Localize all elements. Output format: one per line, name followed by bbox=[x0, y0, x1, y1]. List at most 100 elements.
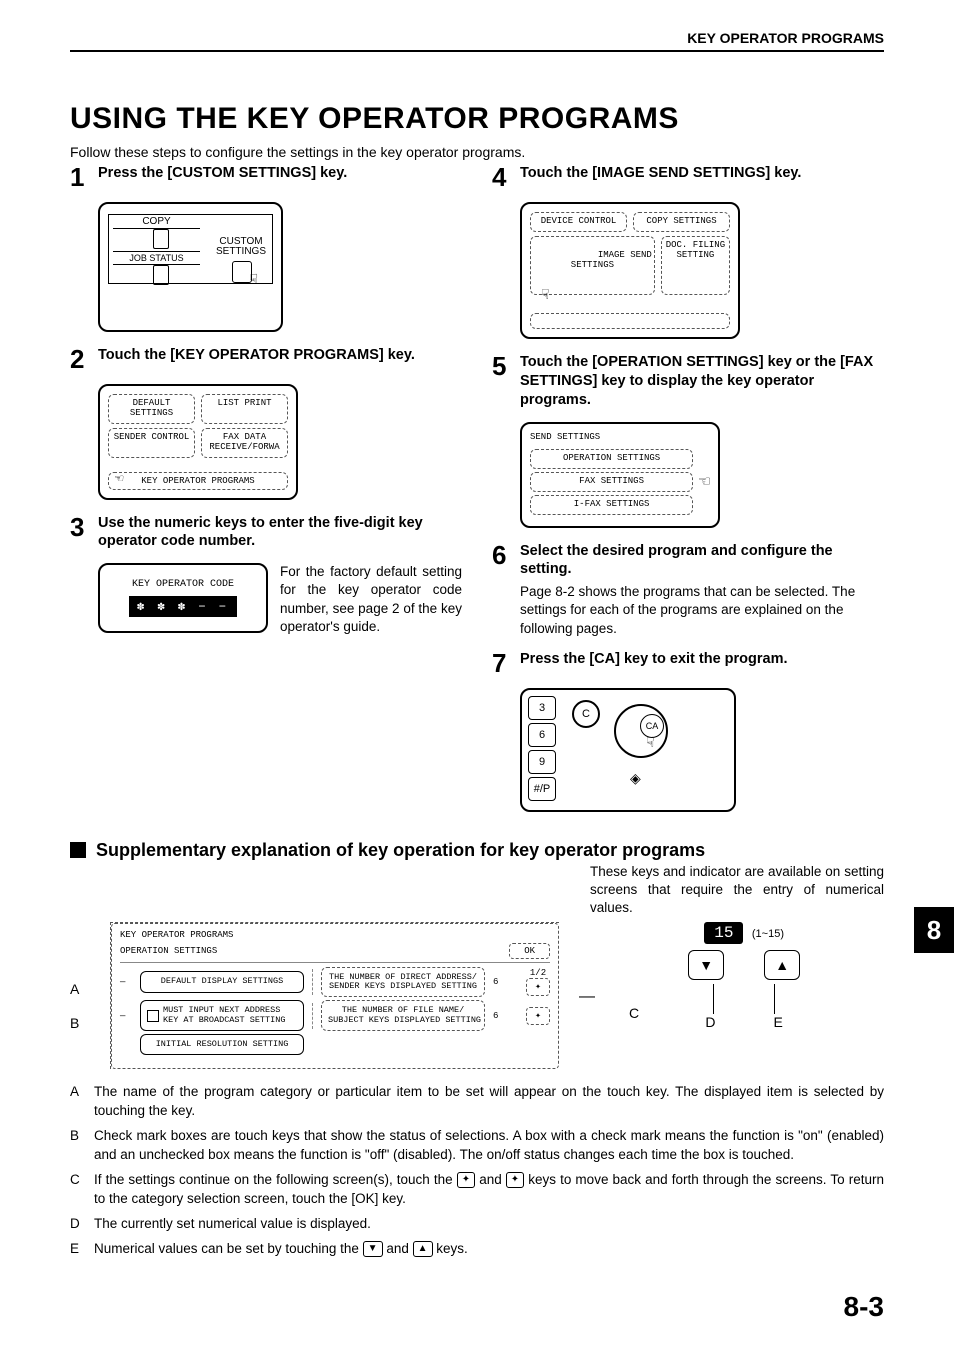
def-text-A: The name of the program category or part… bbox=[94, 1083, 884, 1121]
section-bullet-icon bbox=[70, 842, 86, 858]
page-down-key-icon: ✦ bbox=[506, 1172, 524, 1188]
figure-value-entry: 15 (1~15) ▼ ▲ D E bbox=[659, 922, 829, 1030]
def-text-B: Check mark boxes are touch keys that sho… bbox=[94, 1127, 884, 1165]
label-B: B bbox=[70, 1006, 90, 1040]
figure-image-send-menu: DEVICE CONTROL COPY SETTINGS IMAGE SEND … bbox=[520, 202, 740, 339]
sender-control-key: SENDER CONTROL bbox=[108, 428, 195, 458]
value-display: 15 bbox=[704, 922, 743, 944]
scroll-up-key: ✦ bbox=[526, 978, 550, 996]
value-6b: 6 bbox=[493, 1011, 498, 1021]
code-field: ✽ ✽ ✽ − − bbox=[129, 596, 237, 617]
step-title: Use the numeric keys to enter the five-d… bbox=[98, 514, 462, 552]
copy-settings-key: COPY SETTINGS bbox=[633, 212, 730, 232]
ok-key: OK bbox=[509, 943, 550, 959]
blank-key bbox=[530, 313, 730, 329]
hand-pointer-icon: ☟ bbox=[249, 271, 258, 288]
kop-label: KEY OPERATOR PROGRAMS bbox=[141, 476, 254, 486]
step-6: 6 Select the desired program and configu… bbox=[492, 542, 884, 638]
page-header: KEY OPERATOR PROGRAMS bbox=[70, 30, 884, 52]
initial-resolution-setting-key: INITIAL RESOLUTION SETTING bbox=[140, 1034, 304, 1055]
intro-text: Follow these steps to configure the sett… bbox=[70, 144, 884, 160]
c-key: C bbox=[572, 700, 600, 728]
def-text-D: The currently set numerical value is dis… bbox=[94, 1215, 371, 1234]
page-up-key-icon: ✦ bbox=[457, 1172, 475, 1188]
hand-pointer-icon: ☜ bbox=[115, 471, 123, 488]
step-6-description: Page 8-2 shows the programs that can be … bbox=[520, 583, 884, 638]
step-number: 3 bbox=[70, 514, 98, 552]
step-1: 1 Press the [CUSTOM SETTINGS] key. bbox=[70, 164, 462, 190]
must-input-next-address-key: MUST INPUT NEXT ADDRESS KEY AT BROADCAST… bbox=[140, 1000, 304, 1031]
operation-settings-key: OPERATION SETTINGS bbox=[530, 449, 693, 469]
figure-send-settings-menu: SEND SETTINGS OPERATION SETTINGS FAX SET… bbox=[520, 422, 720, 528]
job-status-label: JOB STATUS bbox=[113, 251, 200, 265]
step-4: 4 Touch the [IMAGE SEND SETTINGS] key. bbox=[492, 164, 884, 190]
copy-label: COPY bbox=[113, 215, 200, 229]
step-number: 2 bbox=[70, 346, 98, 372]
def-text-E: Numerical values can be set by touching … bbox=[94, 1240, 468, 1259]
label-E: E bbox=[774, 1014, 783, 1030]
fax-data-key: FAX DATA RECEIVE/FORWA bbox=[201, 428, 288, 458]
def-label-B: B bbox=[70, 1127, 94, 1165]
default-settings-key: DEFAULT SETTINGS bbox=[108, 394, 195, 424]
def-E-mid: and bbox=[386, 1241, 412, 1256]
page-number: 8-3 bbox=[844, 1291, 884, 1323]
default-display-settings-key: DEFAULT DISPLAY SETTINGS bbox=[140, 971, 304, 992]
hand-pointer-icon: ☟ bbox=[541, 289, 549, 304]
def-label-C: C bbox=[70, 1171, 94, 1209]
figure-code-entry: KEY OPERATOR CODE ✽ ✽ ✽ − − bbox=[98, 563, 268, 633]
figure-custom-settings-panel: COPY JOB STATUS CUSTOM SETTINGS ☟ bbox=[98, 202, 283, 332]
step-number: 4 bbox=[492, 164, 520, 190]
figure-key-operator-menu: DEFAULT SETTINGS LIST PRINT SENDER CONTR… bbox=[98, 384, 298, 500]
panel-title-2: OPERATION SETTINGS bbox=[120, 946, 217, 956]
step-number: 7 bbox=[492, 650, 520, 676]
up-key-icon: ▲ bbox=[413, 1241, 433, 1257]
custom-settings-label: CUSTOM SETTINGS bbox=[216, 237, 266, 257]
value-6a: 6 bbox=[493, 977, 498, 987]
def-C-mid: and bbox=[479, 1172, 506, 1187]
step-number: 5 bbox=[492, 353, 520, 410]
hand-pointer-icon: ☜ bbox=[699, 471, 710, 493]
ifax-settings-key: I-FAX SETTINGS bbox=[530, 495, 693, 515]
fax-settings-key: FAX SETTINGS bbox=[530, 472, 693, 492]
step-title: Press the [CA] key to exit the program. bbox=[520, 650, 884, 669]
key-operator-programs-key: KEY OPERATOR PROGRAMS ☜ bbox=[108, 472, 288, 490]
page-indicator: 1/2 bbox=[526, 968, 550, 978]
send-settings-header: SEND SETTINGS bbox=[530, 432, 710, 442]
def-text-C: If the settings continue on the followin… bbox=[94, 1171, 884, 1209]
value-range: (1~15) bbox=[752, 928, 784, 940]
step-7: 7 Press the [CA] key to exit the program… bbox=[492, 650, 884, 676]
step-title: Touch the [OPERATION SETTINGS] key or th… bbox=[520, 353, 884, 410]
step-title: Touch the [IMAGE SEND SETTINGS] key. bbox=[520, 164, 884, 183]
key-9: 9 bbox=[528, 750, 556, 774]
image-send-settings-key: IMAGE SEND SETTINGS ☟ bbox=[530, 236, 655, 295]
key-3: 3 bbox=[528, 696, 556, 720]
chapter-tab: 8 bbox=[914, 907, 954, 953]
label-D: D bbox=[705, 1014, 715, 1030]
step-title: Touch the [KEY OPERATOR PROGRAMS] key. bbox=[98, 346, 462, 365]
def-label-E: E bbox=[70, 1240, 94, 1259]
ab-label-column: A B bbox=[70, 922, 90, 1040]
step-title: Press the [CUSTOM SETTINGS] key. bbox=[98, 164, 462, 183]
step-2: 2 Touch the [KEY OPERATOR PROGRAMS] key. bbox=[70, 346, 462, 372]
down-arrow-key: ▼ bbox=[688, 950, 724, 980]
label-A: A bbox=[70, 972, 90, 1006]
step-3: 3 Use the numeric keys to enter the five… bbox=[70, 514, 462, 552]
list-print-key: LIST PRINT bbox=[201, 394, 288, 424]
step-number: 1 bbox=[70, 164, 98, 190]
down-key-icon: ▼ bbox=[363, 1241, 383, 1257]
def-E-pre: Numerical values can be set by touching … bbox=[94, 1241, 363, 1256]
section-2-intro: These keys and indicator are available o… bbox=[590, 863, 884, 918]
device-control-key: DEVICE CONTROL bbox=[530, 212, 627, 232]
step-5: 5 Touch the [OPERATION SETTINGS] key or … bbox=[492, 353, 884, 410]
direct-address-keys-setting: THE NUMBER OF DIRECT ADDRESS/ SENDER KEY… bbox=[321, 967, 485, 998]
label-C: C bbox=[629, 969, 639, 1021]
definitions-list: A The name of the program category or pa… bbox=[70, 1083, 884, 1258]
key-hash-p: #/P bbox=[528, 777, 556, 801]
step-3-description: For the factory default setting for the … bbox=[280, 563, 462, 636]
file-name-keys-setting: THE NUMBER OF FILE NAME/ SUBJECT KEYS DI… bbox=[321, 1000, 485, 1031]
checkbox-label: MUST INPUT NEXT ADDRESS KEY AT BROADCAST… bbox=[163, 1006, 285, 1025]
section-2-heading: Supplementary explanation of key operati… bbox=[96, 840, 705, 861]
def-E-post: keys. bbox=[436, 1241, 468, 1256]
doc-filing-key: DOC. FILING SETTING bbox=[661, 236, 730, 295]
def-label-D: D bbox=[70, 1215, 94, 1234]
